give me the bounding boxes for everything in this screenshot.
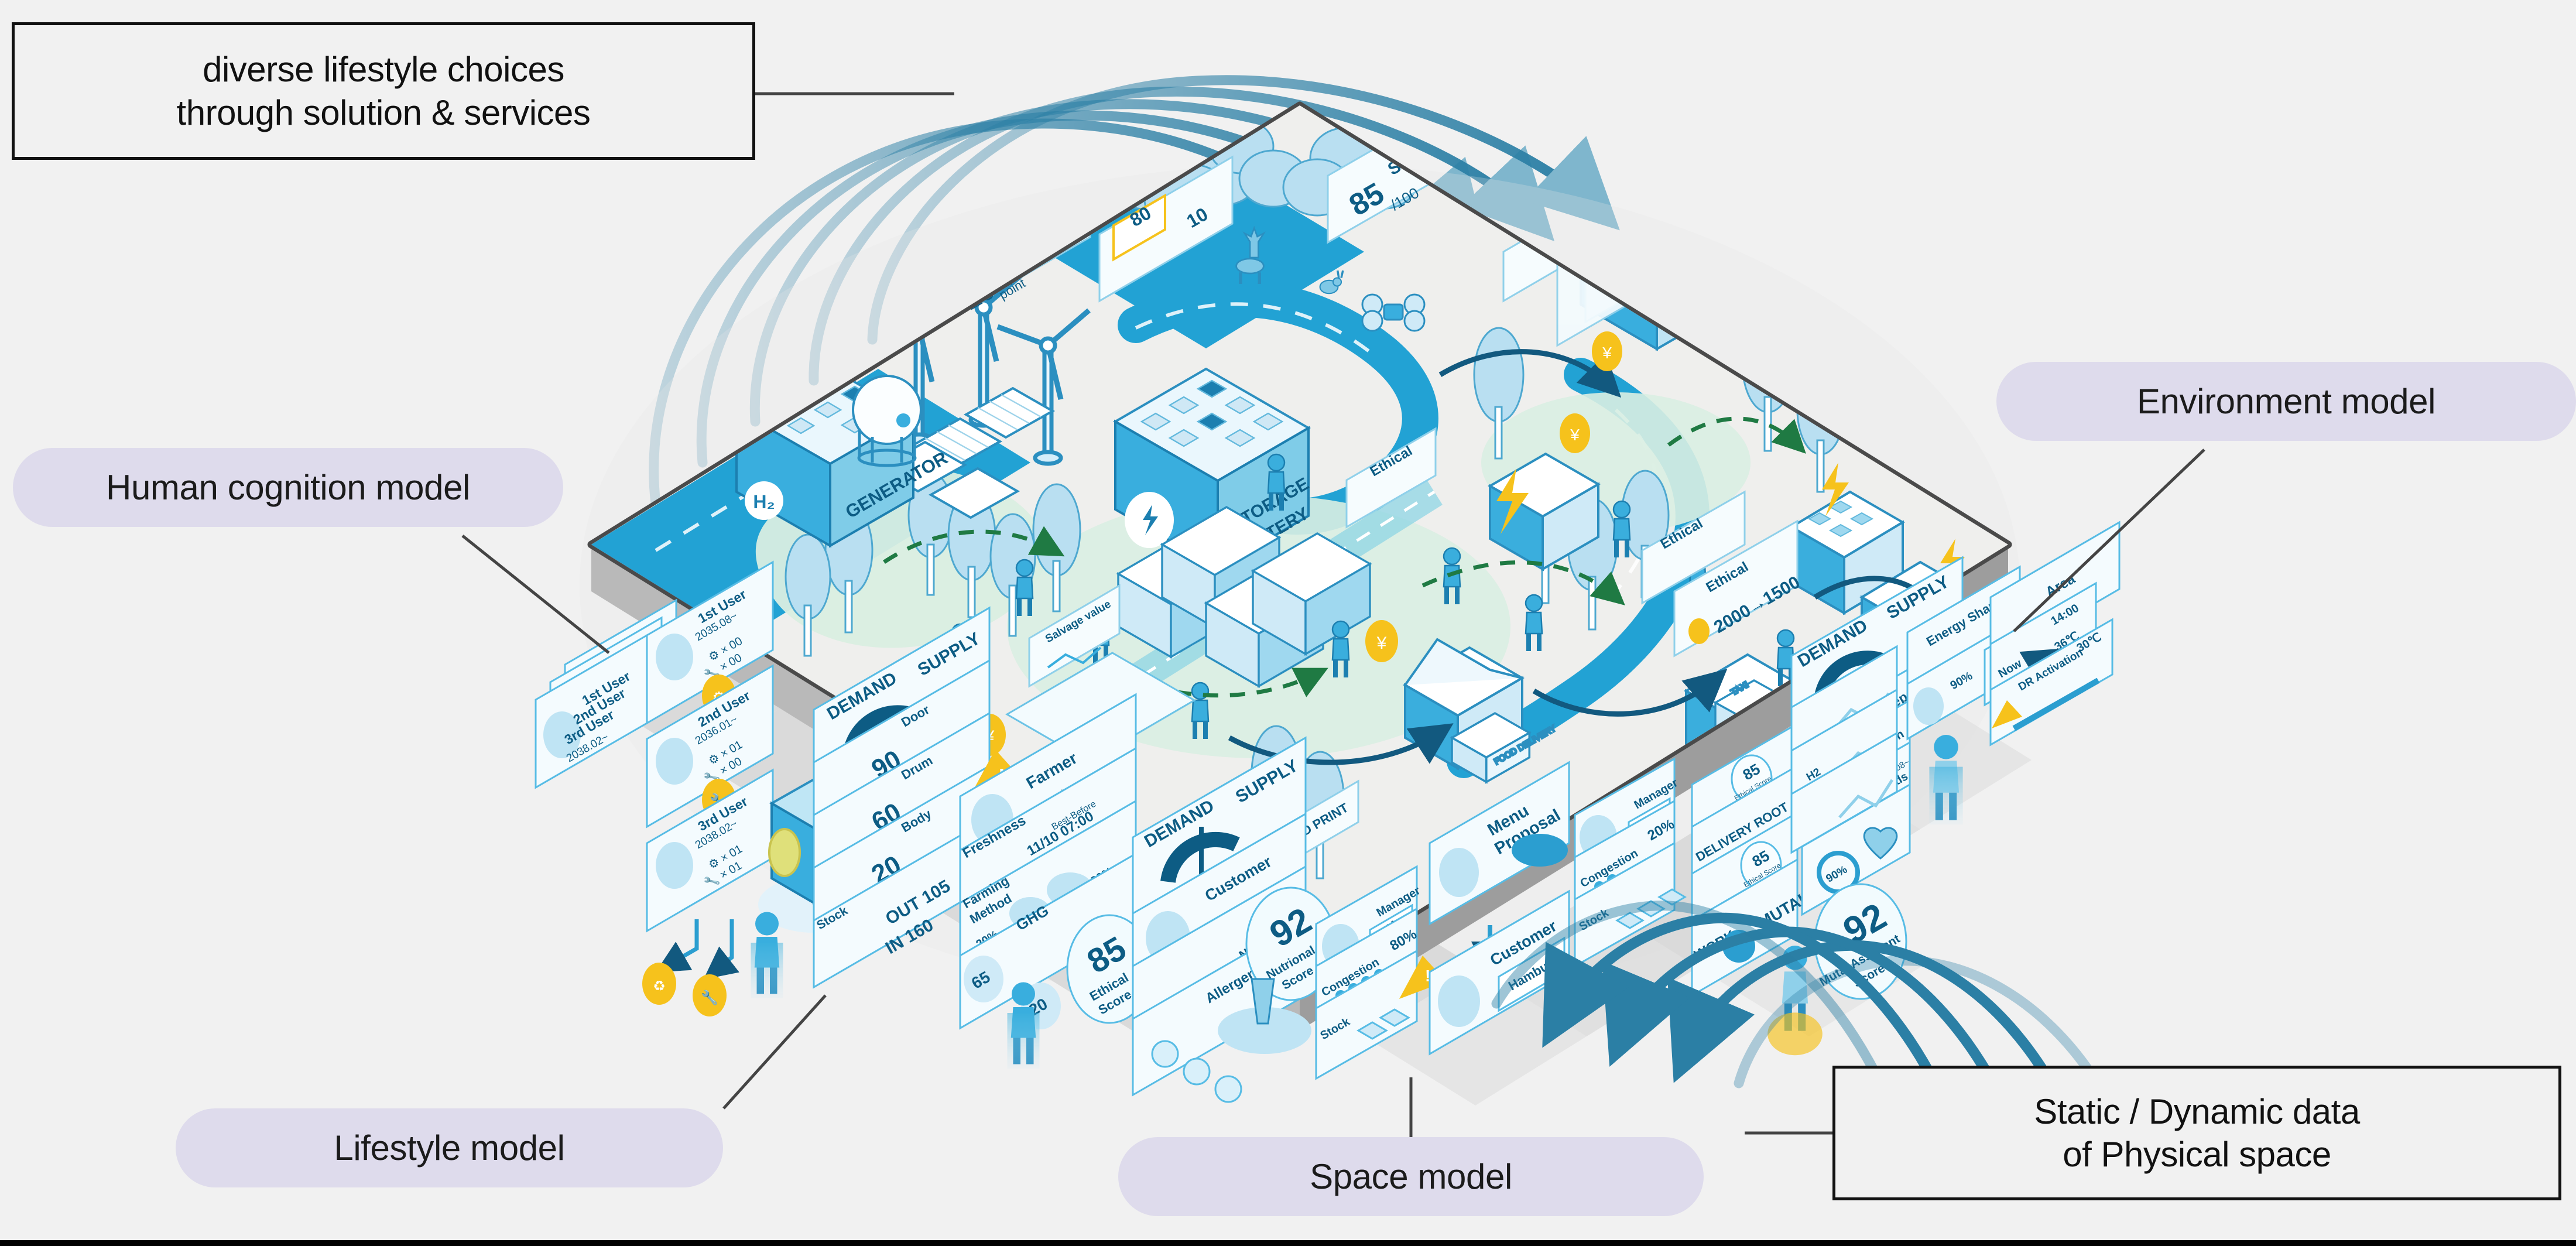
footer-rule bbox=[0, 1240, 2576, 1246]
callout-static-dynamic: Static / Dynamic data of Physical space bbox=[1832, 1066, 2561, 1200]
pill-space-model-label: Space model bbox=[1310, 1156, 1512, 1196]
svg-text:🔧: 🔧 bbox=[701, 989, 718, 1006]
pill-human-cognition-model: Human cognition model bbox=[13, 448, 563, 527]
pill-lifestyle-model-label: Lifestyle model bbox=[334, 1128, 565, 1168]
svg-text:¥: ¥ bbox=[1570, 426, 1580, 444]
isometric-illustration: H₂ GENERATOR STORAGE ¥ ¥ ¥ ¥ Water Foot … bbox=[461, 75, 2205, 1137]
svg-text:¥: ¥ bbox=[1376, 634, 1387, 653]
pill-human-cognition-model-label: Human cognition model bbox=[106, 467, 470, 507]
pill-space-model: Space model bbox=[1118, 1137, 1704, 1216]
pill-environment-model: Environment model bbox=[1996, 362, 2576, 441]
energy-share-title: Energy Share bbox=[1661, 135, 1777, 215]
pill-environment-model-label: Environment model bbox=[2136, 381, 2436, 421]
svg-text:¥: ¥ bbox=[1602, 344, 1612, 362]
h2-label: H₂ bbox=[753, 491, 775, 512]
user-flow-outcomes: ♻ 🔧 bbox=[642, 919, 739, 1016]
leader-environment bbox=[2013, 449, 2205, 632]
svg-text:♻: ♻ bbox=[653, 978, 666, 994]
leader-lifestyle bbox=[722, 994, 827, 1110]
diagram-canvas: H₂ GENERATOR STORAGE ¥ ¥ ¥ ¥ Water Foot … bbox=[0, 0, 2576, 1246]
callout-diverse-lifestyle: diverse lifestyle choices through soluti… bbox=[12, 22, 755, 160]
callout-diverse-lifestyle-text: diverse lifestyle choices through soluti… bbox=[176, 50, 591, 132]
callout-static-dynamic-text: Static / Dynamic data of Physical space bbox=[2034, 1091, 2360, 1174]
pill-lifestyle-model: Lifestyle model bbox=[176, 1108, 723, 1187]
